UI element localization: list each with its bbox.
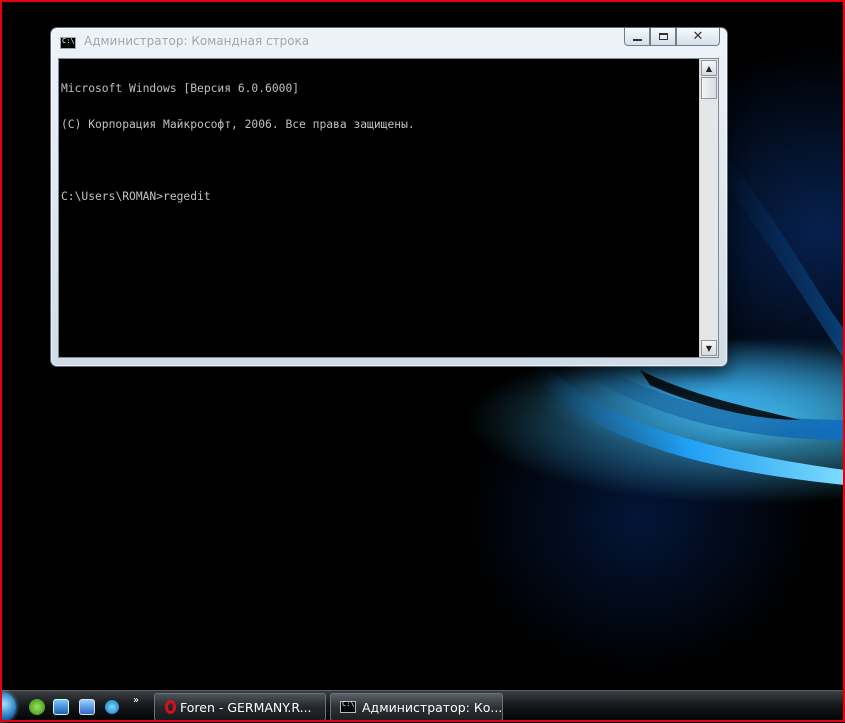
taskbar-button-label: Foren - GERMANY.R... xyxy=(180,699,312,715)
skype-icon[interactable] xyxy=(105,700,119,714)
command-prompt-window[interactable]: Администратор: Командная строка ✕ Micros… xyxy=(50,27,728,367)
maximize-button[interactable] xyxy=(650,28,676,46)
maximize-icon xyxy=(658,33,668,40)
console-line: (C) Корпорация Майкрософт, 2006. Все пра… xyxy=(61,118,415,131)
minimize-icon xyxy=(632,38,642,41)
cmd-icon xyxy=(60,37,76,49)
close-button[interactable]: ✕ xyxy=(676,28,720,46)
windows-orb-icon[interactable] xyxy=(0,692,16,722)
console-line: Microsoft Windows [Версия 6.0.6000] xyxy=(61,82,300,95)
scroll-down-button[interactable]: ▼ xyxy=(701,340,717,356)
cmd-icon xyxy=(340,700,356,713)
vertical-scrollbar[interactable]: ▲ ▼ xyxy=(699,59,718,357)
close-icon: ✕ xyxy=(692,29,704,44)
taskbar: » Foren - GERMANY.R... Администратор: Ко… xyxy=(0,690,845,723)
scroll-thumb[interactable] xyxy=(701,77,717,99)
console-output[interactable]: Microsoft Windows [Версия 6.0.6000] (C) … xyxy=(58,58,719,358)
taskbar-button-opera[interactable]: Foren - GERMANY.R... xyxy=(154,693,326,721)
window-titlebar[interactable]: Администратор: Командная строка ✕ xyxy=(51,28,727,54)
console-text: Microsoft Windows [Версия 6.0.6000] (C) … xyxy=(61,59,697,227)
show-desktop-icon[interactable] xyxy=(53,699,69,715)
utorrent-icon[interactable] xyxy=(29,699,45,715)
minimize-button[interactable] xyxy=(624,28,650,46)
window-title: Администратор: Командная строка xyxy=(84,34,310,48)
scroll-up-button[interactable]: ▲ xyxy=(701,60,717,76)
taskbar-button-label: Администратор: Ко... xyxy=(362,699,503,715)
arrow-down-icon: ▼ xyxy=(705,343,713,353)
taskbar-button-cmd[interactable]: Администратор: Ко... xyxy=(330,693,503,721)
arrow-up-icon: ▲ xyxy=(705,63,713,73)
console-prompt-line: C:\Users\ROMAN>regedit xyxy=(61,190,211,203)
window-controls: ✕ xyxy=(624,28,720,46)
quick-launch-more-button[interactable]: » xyxy=(133,695,139,706)
switch-windows-icon[interactable] xyxy=(79,699,95,715)
opera-icon xyxy=(165,700,176,714)
